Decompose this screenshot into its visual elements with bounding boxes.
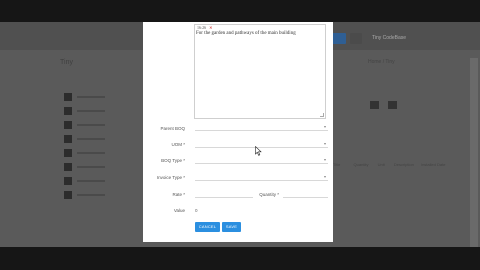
- chevron-down-icon: ▾: [323, 174, 326, 179]
- chevron-down-icon: ▾: [323, 157, 326, 162]
- sidebar-item: [64, 104, 105, 118]
- table-header-cell: Unit: [377, 162, 385, 167]
- background-table-header: Title Quantity Unit Description Installe…: [333, 162, 445, 167]
- boq-type-select[interactable]: ▾: [195, 156, 328, 164]
- boq-type-label: BOQ Type *: [161, 158, 185, 163]
- table-header-cell: Description: [393, 162, 414, 167]
- resize-handle-icon[interactable]: [320, 113, 324, 117]
- page-scrollbar[interactable]: [470, 58, 478, 247]
- background-sidebar: [64, 90, 105, 202]
- background-icon-box: [370, 101, 379, 109]
- menu-icon: [64, 149, 72, 157]
- background-icon-box: [388, 101, 397, 109]
- sidebar-item: [64, 90, 105, 104]
- textarea-header: 16:26 ✕: [197, 25, 212, 30]
- sidebar-item: [64, 188, 105, 202]
- invoice-type-select[interactable]: ▾: [195, 173, 328, 181]
- textarea-header-text: 16:26: [197, 25, 207, 30]
- quantity-input[interactable]: [283, 190, 328, 198]
- value-display: 0: [195, 208, 198, 213]
- menu-icon: [64, 107, 72, 115]
- invoice-type-label: Invoice Type *: [156, 175, 185, 180]
- menu-icon: [64, 121, 72, 129]
- save-button[interactable]: SAVE: [222, 222, 241, 232]
- breadcrumb: Home / Tiny: [368, 59, 395, 65]
- parent-boq-label: Parent BOQ: [160, 126, 185, 131]
- page-title: Tiny: [60, 59, 73, 66]
- header-button-secondary: [350, 33, 362, 44]
- table-header-cell: Quantity: [353, 162, 369, 167]
- chevron-down-icon: ▾: [323, 141, 326, 146]
- menu-icon: [64, 135, 72, 143]
- sidebar-item: [64, 132, 105, 146]
- boq-modal: 16:26 ✕ For the garden and pathways of th…: [143, 22, 333, 242]
- table-header-cell: Installed Date: [420, 162, 446, 167]
- uom-label: UOM *: [171, 142, 186, 147]
- sidebar-item: [64, 146, 105, 160]
- parent-boq-select[interactable]: ▾: [195, 123, 328, 131]
- sidebar-item: [64, 118, 105, 132]
- rate-label: Rate *: [172, 192, 185, 197]
- brand-text: Tiny CodeBase: [372, 35, 406, 41]
- close-icon[interactable]: ✕: [209, 25, 212, 30]
- menu-icon: [64, 177, 72, 185]
- value-label: Value: [173, 208, 185, 213]
- top-letterbox: [0, 0, 480, 22]
- table-header-cell: Title: [333, 162, 341, 167]
- cancel-button[interactable]: CANCEL: [195, 222, 220, 232]
- mouse-cursor-icon: [255, 146, 262, 156]
- menu-icon: [64, 93, 72, 101]
- quantity-label: Quantity *: [259, 192, 279, 197]
- sidebar-item: [64, 174, 105, 188]
- bottom-letterbox: [0, 247, 480, 270]
- sidebar-item: [64, 160, 105, 174]
- header-button-primary: [332, 33, 346, 44]
- description-textarea[interactable]: 16:26 ✕ For the garden and pathways of th…: [194, 24, 326, 119]
- description-value: For the garden and pathways of the main …: [196, 31, 296, 36]
- chevron-down-icon: ▾: [323, 124, 326, 129]
- menu-icon: [64, 191, 72, 199]
- menu-icon: [64, 163, 72, 171]
